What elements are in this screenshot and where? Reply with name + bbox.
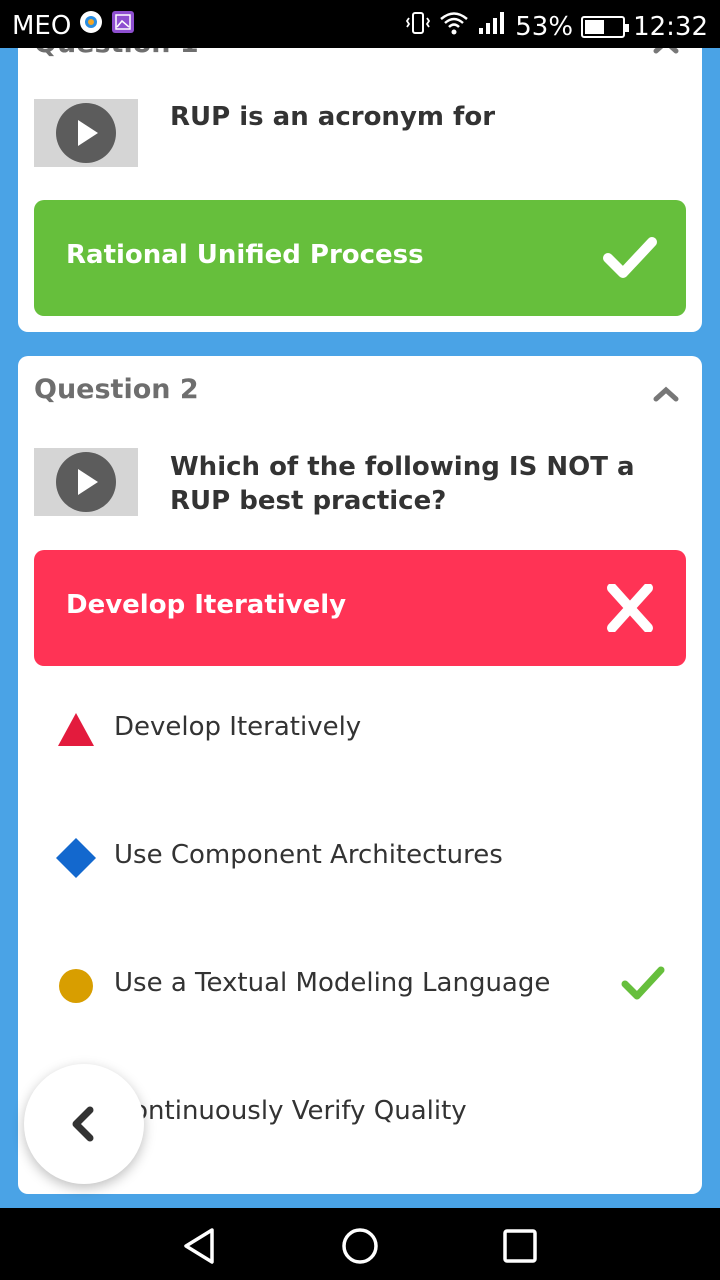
- play-icon[interactable]: [56, 452, 116, 512]
- triangle-icon: [56, 710, 96, 750]
- circle-icon: [56, 966, 96, 1006]
- cross-icon: [602, 583, 658, 633]
- answer-option: Use Component Architectures: [18, 818, 702, 898]
- vibrate-icon: [405, 10, 431, 43]
- battery-icon: [581, 15, 630, 38]
- selected-answer-label: Develop Iteratively: [66, 590, 347, 620]
- checkmark-icon: [602, 234, 658, 282]
- status-bar: MEO 53% 12:32: [0, 0, 720, 48]
- answer-option-correct: Use a Textual Modeling Language: [18, 946, 702, 1026]
- answer-option-label: Use Component Architectures: [114, 840, 503, 870]
- checkmark-icon: [620, 964, 666, 1004]
- nav-back-icon[interactable]: [180, 1226, 220, 1266]
- question-card-2: Question 2 Which of the following IS NOT…: [18, 356, 702, 1194]
- answer-option-label: Develop Iteratively: [114, 712, 362, 742]
- app-notification-icon: [79, 10, 103, 41]
- battery-percent: 53%: [515, 11, 574, 42]
- play-icon[interactable]: [56, 103, 116, 163]
- selected-answer-wrong: Develop Iteratively: [34, 550, 686, 666]
- answer-option-label: Continuously Verify Quality: [114, 1096, 467, 1126]
- chevron-left-icon: [72, 1106, 94, 1142]
- selected-answer-correct: Rational Unified Process: [34, 200, 686, 316]
- media-thumbnail[interactable]: [34, 448, 138, 516]
- clock: 12:32: [633, 11, 708, 42]
- wifi-icon: [439, 10, 469, 43]
- question-card-1: Question 1 RUP is an acronym for Rationa…: [18, 20, 702, 332]
- signal-icon: [477, 10, 507, 43]
- selected-answer-label: Rational Unified Process: [66, 240, 424, 270]
- nav-recents-icon[interactable]: [500, 1226, 540, 1266]
- image-notification-icon: [111, 10, 135, 41]
- answer-option: Develop Iteratively: [18, 690, 702, 770]
- back-button[interactable]: [24, 1064, 144, 1184]
- navigation-bar: [0, 1208, 720, 1280]
- nav-home-icon[interactable]: [340, 1226, 380, 1266]
- question-title[interactable]: Question 2: [34, 374, 199, 405]
- answer-option-label: Use a Textual Modeling Language: [114, 968, 551, 998]
- media-thumbnail[interactable]: [34, 99, 138, 167]
- question-text: Which of the following IS NOT a RUP best…: [170, 452, 635, 516]
- chevron-up-icon[interactable]: [652, 380, 680, 408]
- question-text: RUP is an acronym for: [170, 102, 496, 132]
- carrier-label: MEO: [12, 10, 72, 41]
- diamond-icon: [56, 838, 96, 878]
